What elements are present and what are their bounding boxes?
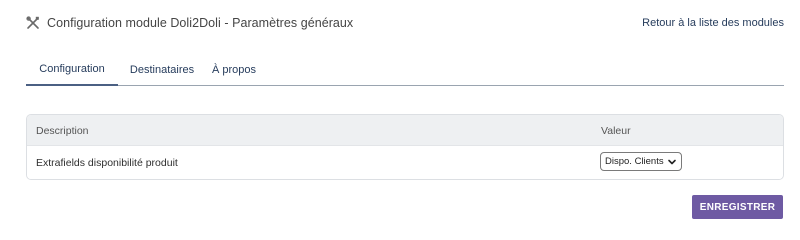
tab-destinataires[interactable]: Destinataires [130,54,194,85]
table-row: Extrafields disponibilité produit Dispo.… [27,146,783,179]
configuration-page: Configuration module Doli2Doli - Paramèt… [0,0,800,238]
tab-configuration[interactable]: Configuration [26,54,118,86]
column-header-valeur: Valeur [601,125,631,137]
page-header: Configuration module Doli2Doli - Paramèt… [26,12,784,34]
save-button[interactable]: ENREGISTRER [692,195,783,219]
table-header: Description Valeur [27,115,783,146]
page-title: Configuration module Doli2Doli - Paramèt… [47,16,354,30]
title-wrap: Configuration module Doli2Doli - Paramèt… [26,16,353,30]
column-header-description: Description [36,125,89,137]
availability-select[interactable]: Dispo. Clients [600,152,682,171]
back-to-modules-link[interactable]: Retour à la liste des modules [642,17,784,29]
chevron-down-icon [667,157,677,167]
tab-a-propos[interactable]: À propos [208,54,260,85]
tab-bar: Configuration Destinataires À propos [26,54,784,86]
settings-table: Description Valeur Extrafields disponibi… [26,114,784,180]
extrafields-description: Extrafields disponibilité produit [36,157,178,169]
select-value: Dispo. Clients [605,156,664,167]
tools-icon [26,16,40,30]
